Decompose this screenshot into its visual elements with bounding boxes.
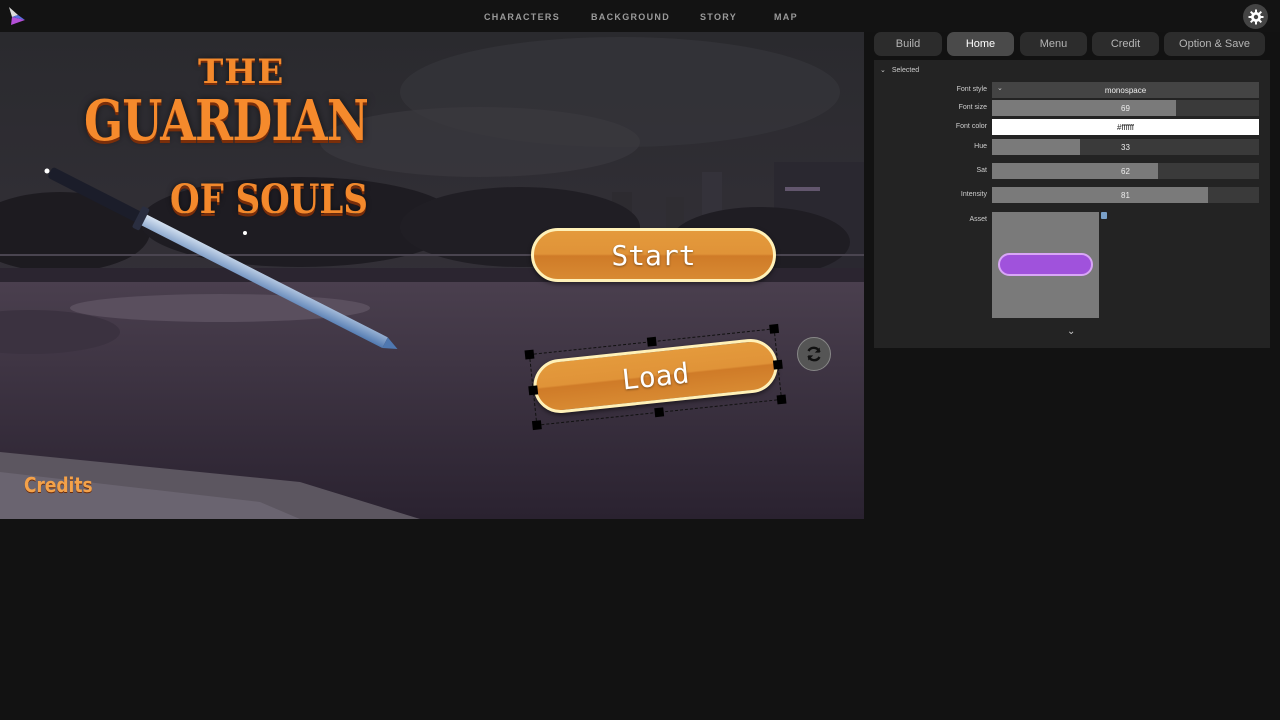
- start-button[interactable]: Start: [531, 228, 776, 282]
- font-style-value: monospace: [1104, 85, 1147, 95]
- selected-section-header[interactable]: ⌄ Selected: [880, 66, 920, 75]
- font-style-select[interactable]: ⌄ monospace: [992, 82, 1259, 98]
- expand-chevron-down-icon[interactable]: ⌄: [1067, 326, 1075, 337]
- resize-handle-sw[interactable]: [531, 420, 542, 431]
- title-line-guardian: GUARDIAN: [84, 88, 369, 154]
- resize-handle-se[interactable]: [776, 394, 787, 405]
- tab-credit[interactable]: Credit: [1092, 32, 1159, 56]
- hue-value: 33: [1121, 142, 1130, 152]
- tab-build[interactable]: Build: [874, 32, 942, 56]
- asset-preview[interactable]: [992, 212, 1099, 318]
- font-size-fill: [992, 100, 1177, 116]
- tab-menu[interactable]: Menu: [1020, 32, 1087, 56]
- top-bar: CHARACTERS BACKGROUND STORY MAP: [0, 0, 1280, 32]
- gear-icon: [1248, 9, 1263, 24]
- resize-handle-n[interactable]: [646, 336, 657, 347]
- settings-button[interactable]: [1243, 4, 1268, 29]
- chevron-down-icon: ⌄: [880, 67, 886, 74]
- hue-label: Hue: [974, 143, 987, 150]
- game-title: THE GUARDIAN OF SOULS: [80, 50, 410, 225]
- nav-story[interactable]: STORY: [700, 0, 737, 34]
- sat-value: 62: [1121, 166, 1130, 176]
- rotate-icon: [807, 346, 821, 362]
- resize-handle-s[interactable]: [654, 407, 665, 418]
- sat-fill: [992, 163, 1158, 179]
- title-line-the: THE: [198, 52, 285, 92]
- asset-label: Asset: [969, 216, 987, 223]
- font-color-input[interactable]: #ffffff: [992, 119, 1259, 135]
- resize-handle-e[interactable]: [772, 359, 783, 370]
- properties-panel: ⌄ Selected Font style ⌄ monospace Font s…: [874, 60, 1270, 348]
- resize-handle-ne[interactable]: [769, 323, 780, 334]
- nav-background[interactable]: BACKGROUND: [591, 0, 670, 34]
- intensity-value: 81: [1121, 190, 1130, 200]
- rotate-button[interactable]: [797, 337, 831, 371]
- title-line-of-souls: OF SOULS: [170, 176, 368, 223]
- intensity-label: Intensity: [960, 191, 987, 198]
- sat-label: Sat: [976, 167, 987, 174]
- hue-fill: [992, 139, 1081, 155]
- tab-home[interactable]: Home: [947, 32, 1014, 56]
- top-nav: CHARACTERS BACKGROUND STORY MAP: [0, 0, 1280, 32]
- nav-map[interactable]: MAP: [774, 0, 798, 34]
- nav-characters[interactable]: CHARACTERS: [484, 0, 560, 34]
- asset-button-preview: [998, 253, 1093, 276]
- resize-handle-w[interactable]: [528, 385, 539, 396]
- font-style-label: Font style: [956, 86, 987, 93]
- intensity-slider[interactable]: 81: [992, 187, 1259, 203]
- font-color-value: #ffffff: [1116, 122, 1135, 132]
- resize-handle-nw[interactable]: [524, 349, 535, 360]
- hue-slider[interactable]: 33: [992, 139, 1259, 155]
- panel-tabs: Build Home Menu Credit Option & Save: [874, 32, 1270, 56]
- game-canvas[interactable]: THE GUARDIAN OF SOULS Start Load Credits: [0, 32, 864, 519]
- font-size-value: 69: [1121, 103, 1130, 113]
- credits-button[interactable]: Credits: [24, 473, 93, 497]
- tab-option-save[interactable]: Option & Save: [1164, 32, 1265, 56]
- file-icon[interactable]: [1101, 212, 1107, 219]
- sat-slider[interactable]: 62: [992, 163, 1259, 179]
- font-size-slider[interactable]: 69: [992, 100, 1259, 116]
- intensity-fill: [992, 187, 1209, 203]
- section-title: Selected: [891, 66, 920, 74]
- chevron-down-icon: ⌄: [997, 85, 1003, 92]
- font-color-label: Font color: [955, 123, 987, 130]
- font-size-label: Font size: [958, 104, 987, 111]
